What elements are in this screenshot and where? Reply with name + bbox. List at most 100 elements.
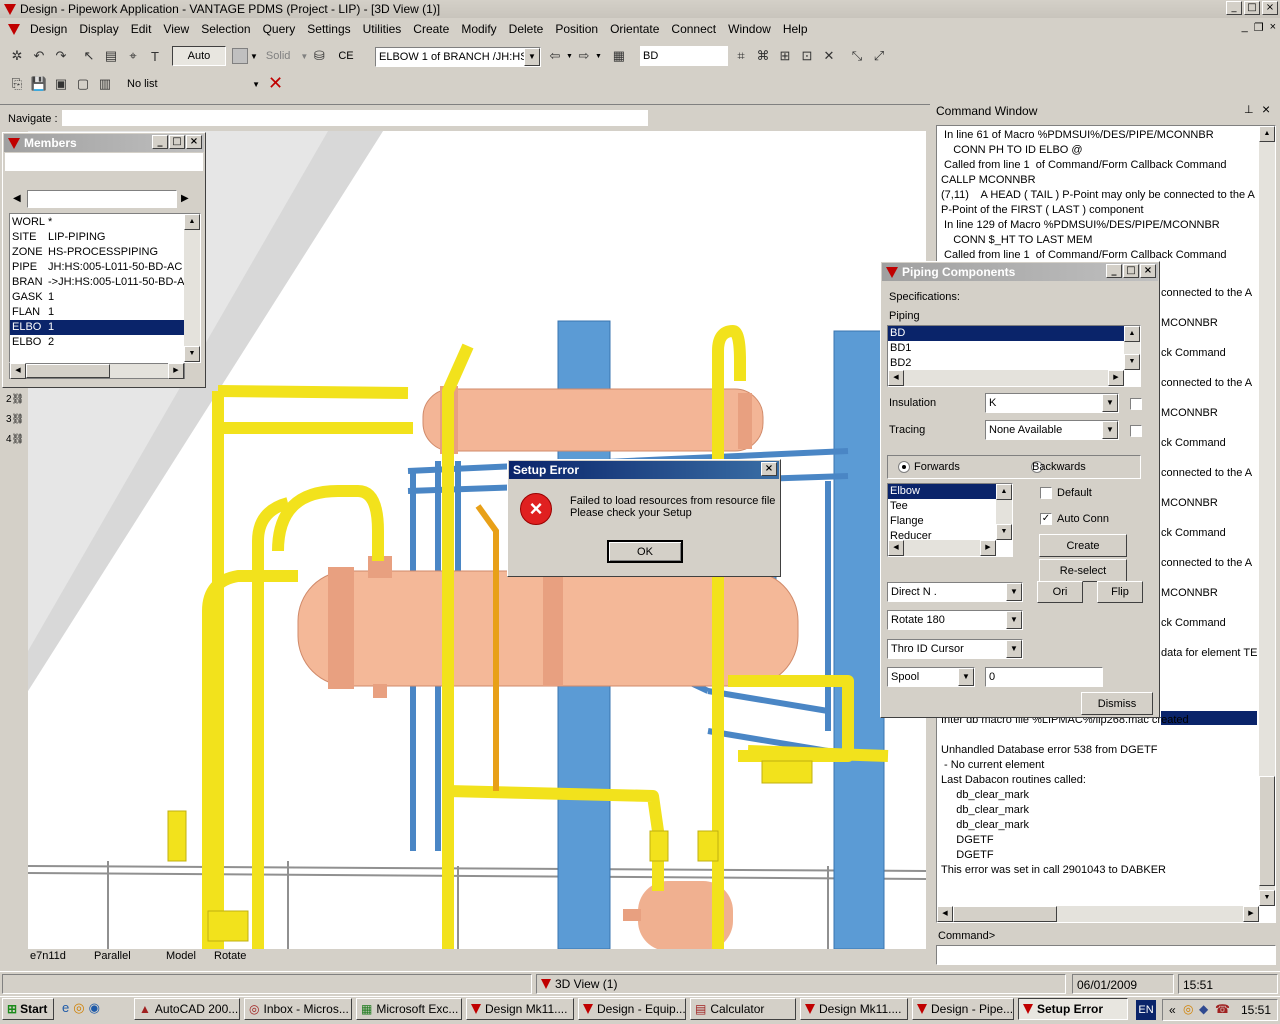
tray-tool-icon[interactable]: ☎ [1215,1002,1230,1016]
menu-delete[interactable]: Delete [503,22,550,36]
tracing-dropdown-icon[interactable]: ▼ [1102,421,1118,439]
menu-create[interactable]: Create [407,22,455,36]
language-indicator[interactable]: EN [1136,1000,1156,1020]
taskbar-item[interactable]: Design Mk11.... [800,998,908,1020]
piping-close-button[interactable]: × [1140,264,1156,278]
save-icon[interactable]: 💾 [30,75,48,93]
list-tool-3-icon[interactable]: ▥ [96,75,114,93]
members-hscrollbar[interactable]: ◀ ▶ [9,363,185,379]
component-type-item[interactable]: Flange [888,514,996,529]
spool-dropdown-icon[interactable]: ▼ [958,668,974,686]
menu-help[interactable]: Help [777,22,814,36]
component-type-item[interactable]: Tee [888,499,996,514]
pointer-icon[interactable]: ↖ [80,47,98,65]
pin-icon[interactable]: ⊥ [1244,103,1254,116]
close-button[interactable]: × [1262,1,1278,15]
solid-dropdown-icon[interactable]: ▼ [300,52,308,61]
spec-scroll-left-button[interactable]: ◀ [888,370,904,386]
thro-combo[interactable]: Thro ID Cursor ▼ [887,639,1023,659]
member-row[interactable]: SITE LIP-PIPING [10,230,184,245]
explorer-icon[interactable]: ◉ [89,1000,100,1016]
command-scroll-down-button[interactable]: ▼ [1259,890,1275,906]
rotate-combo[interactable]: Rotate 180 ▼ [887,610,1023,630]
spec-icon[interactable]: ▦ [610,47,628,65]
tracing-checkbox[interactable] [1130,425,1142,437]
thro-dropdown-icon[interactable]: ▼ [1006,640,1022,658]
tracing-combo[interactable]: None Available ▼ [985,420,1119,440]
type-scroll-down-button[interactable]: ▼ [996,524,1012,540]
navigate-input[interactable] [62,110,648,126]
pipe-tool-6-icon[interactable]: ⤡ [848,47,866,65]
piping-minimize-button[interactable]: _ [1106,264,1122,278]
auto-conn-checkbox[interactable]: ✓ [1040,513,1052,525]
minimize-button[interactable]: _ [1226,1,1242,15]
taskbar-item[interactable]: ▤ Calculator [690,998,796,1020]
insulation-dropdown-icon[interactable]: ▼ [1102,394,1118,412]
pipe-tool-7-icon[interactable]: ⤢ [870,47,888,65]
side-icon-4[interactable]: 4⛓ [6,434,26,454]
tray-network-icon[interactable]: ◆ [1199,1002,1208,1016]
forward-dropdown-icon[interactable]: ▼ [595,53,602,60]
spec-item[interactable]: BD1 [888,341,1124,356]
taskbar-item[interactable]: ▲ AutoCAD 200... [134,998,240,1020]
list-combo[interactable]: No list ▼ [124,74,264,94]
list-tool-1-icon[interactable]: ▣ [52,75,70,93]
type-scroll-left-button[interactable]: ◀ [888,540,904,556]
back-dropdown-icon[interactable]: ▼ [566,53,573,60]
back-arrow-icon[interactable]: ⇦ [546,47,564,65]
spec-scroll-down-button[interactable]: ▼ [1124,354,1140,370]
view-tab[interactable]: 3D View (1) [555,977,617,991]
mdi-restore-button[interactable]: ❐ [1254,21,1264,34]
ok-button[interactable]: OK [607,540,683,563]
ce-combo[interactable]: ELBOW 1 of BRANCH /JH:HS ▼ [375,47,541,67]
pipe-delete-icon[interactable]: ✕ [820,47,838,65]
members-list[interactable]: WORL * SITE LIP-PIPING ZONE HS-PROCESSPIPING P… [9,213,201,363]
taskbar-item[interactable]: ▦ Microsoft Exc... [356,998,462,1020]
dismiss-button[interactable]: Dismiss [1081,692,1153,715]
cylinder-icon[interactable]: ⛁ [310,47,328,65]
members-scroll-right-icon[interactable]: ▶ [181,193,189,204]
reselect-button[interactable]: Re-select [1039,559,1127,582]
clear-list-icon[interactable]: ✕ [268,74,283,92]
create-button[interactable]: Create [1039,534,1127,557]
spool-number-input[interactable]: 0 [985,667,1103,687]
spec-list[interactable]: BD BD1 BD2 ▲ ▼ ◀ ▶ [887,325,1141,387]
piping-maximize-button[interactable]: □ [1123,264,1139,278]
default-checkbox[interactable] [1040,487,1052,499]
text-tool-icon[interactable]: T [146,47,164,65]
command-scroll-up-button[interactable]: ▲ [1259,126,1275,142]
taskbar-item[interactable]: Design - Pipe... [912,998,1014,1020]
spool-combo[interactable]: Spool ▼ [887,667,975,687]
tray-outlook-icon[interactable]: ◎ [1183,1002,1193,1016]
members-hscroll-right-button[interactable]: ▶ [168,363,184,379]
pipe-tool-4-icon[interactable]: ⊡ [798,47,816,65]
menu-view[interactable]: View [157,22,195,36]
members-maximize-button[interactable]: □ [169,135,185,149]
pipe-tool-1-icon[interactable]: ⌗ [732,47,750,65]
type-scroll-right-button[interactable]: ▶ [980,540,996,556]
taskbar-item[interactable]: ◎ Inbox - Micros... [244,998,352,1020]
insulation-checkbox[interactable] [1130,398,1142,410]
command-scroll-left-button[interactable]: ◀ [937,906,953,922]
members-hscroll-left-button[interactable]: ◀ [10,363,26,379]
member-row[interactable]: PIPE JH:HS:005-L011-50-BD-AC [10,260,184,275]
tray-expand-icon[interactable]: « [1169,1003,1176,1017]
outlook-icon[interactable]: ◎ [73,1000,84,1016]
side-icon-3[interactable]: 3⛓ [6,414,26,434]
ce-dropdown-icon[interactable]: ▼ [524,48,540,66]
command-window-close-icon[interactable]: × [1262,101,1270,117]
command-input[interactable] [936,945,1276,965]
select-box-icon[interactable]: ▤ [102,47,120,65]
menu-connect[interactable]: Connect [665,22,722,36]
member-row[interactable]: ZONE HS-PROCESSPIPING [10,245,184,260]
list-dropdown-icon[interactable]: ▼ [252,80,260,89]
taskbar-item[interactable]: Setup Error [1018,998,1128,1020]
ie-icon[interactable]: e [62,1000,69,1016]
taskbar-item[interactable]: Design Mk11.... [466,998,574,1020]
menu-design[interactable]: Design [24,22,73,36]
menu-modify[interactable]: Modify [455,22,502,36]
command-vscroll-thumb[interactable] [1259,776,1275,886]
spec-scroll-up-button[interactable]: ▲ [1124,326,1140,342]
start-button[interactable]: ⊞ Start [2,998,54,1020]
menu-query[interactable]: Query [257,22,302,36]
